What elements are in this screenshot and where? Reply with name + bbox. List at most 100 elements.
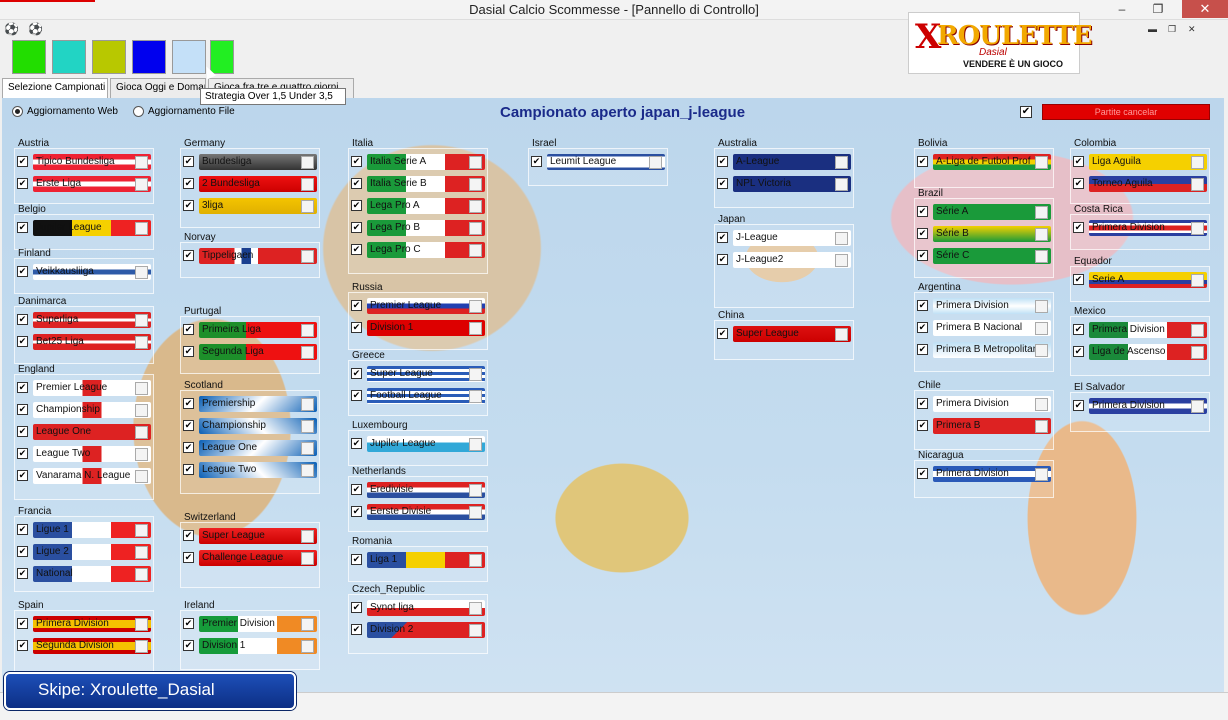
league-checkbox[interactable]: ✔	[351, 438, 362, 449]
league-row[interactable]: ✔ Liga de Ascenso	[1073, 342, 1207, 362]
league-row[interactable]: ✔ J-League2	[717, 250, 851, 270]
league-checkbox[interactable]: ✔	[351, 178, 362, 189]
league-option-box[interactable]	[135, 266, 148, 279]
league-option-box[interactable]	[469, 438, 482, 451]
radio-aggiornamento-file[interactable]: Aggiornamento File	[133, 106, 235, 117]
league-checkbox[interactable]: ✔	[351, 244, 362, 255]
league-row[interactable]: ✔ Italia Serie B	[351, 174, 485, 194]
league-checkbox[interactable]: ✔	[17, 546, 28, 557]
league-row[interactable]: ✔ Super League	[183, 526, 317, 546]
league-row[interactable]: ✔ Primera Division	[1073, 396, 1207, 416]
league-option-box[interactable]	[1191, 156, 1204, 169]
league-row[interactable]: ✔ Championship	[17, 400, 151, 420]
league-checkbox[interactable]: ✔	[351, 484, 362, 495]
league-option-box[interactable]	[135, 470, 148, 483]
league-option-box[interactable]	[1191, 346, 1204, 359]
league-row[interactable]: ✔ Ligue 1	[17, 520, 151, 540]
league-checkbox[interactable]: ✔	[717, 328, 728, 339]
league-row[interactable]: ✔ Division 2	[351, 620, 485, 640]
league-checkbox[interactable]: ✔	[917, 468, 928, 479]
league-checkbox[interactable]: ✔	[183, 200, 194, 211]
league-option-box[interactable]	[301, 640, 314, 653]
league-option-box[interactable]	[835, 232, 848, 245]
league-checkbox[interactable]: ✔	[17, 178, 28, 189]
league-row[interactable]: ✔ Serie A	[1073, 270, 1207, 290]
league-option-box[interactable]	[469, 322, 482, 335]
league-row[interactable]: ✔ Jupiler League	[17, 218, 151, 238]
league-checkbox[interactable]: ✔	[17, 640, 28, 651]
league-option-box[interactable]	[835, 328, 848, 341]
league-checkbox[interactable]: ✔	[917, 206, 928, 217]
league-row[interactable]: ✔ Torneo Aguila	[1073, 174, 1207, 194]
league-option-box[interactable]	[1191, 324, 1204, 337]
league-checkbox[interactable]: ✔	[917, 228, 928, 239]
league-row[interactable]: ✔ Primera Division	[1073, 218, 1207, 238]
league-checkbox[interactable]: ✔	[183, 324, 194, 335]
league-row[interactable]: ✔ Premiership	[183, 394, 317, 414]
league-option-box[interactable]	[835, 156, 848, 169]
league-option-box[interactable]	[469, 390, 482, 403]
league-option-box[interactable]	[135, 426, 148, 439]
league-checkbox[interactable]: ✔	[917, 300, 928, 311]
league-row[interactable]: ✔ Synot liga	[351, 598, 485, 618]
color-swatch-button[interactable]	[210, 40, 234, 74]
league-checkbox[interactable]: ✔	[1073, 324, 1084, 335]
league-option-box[interactable]	[135, 618, 148, 631]
league-row[interactable]: ✔ Football League	[351, 386, 485, 406]
league-option-box[interactable]	[301, 530, 314, 543]
league-option-box[interactable]	[469, 602, 482, 615]
league-option-box[interactable]	[1035, 206, 1048, 219]
league-option-box[interactable]	[469, 624, 482, 637]
league-checkbox[interactable]: ✔	[183, 530, 194, 541]
league-option-box[interactable]	[469, 244, 482, 257]
league-option-box[interactable]	[1035, 468, 1048, 481]
league-row[interactable]: ✔ Super League	[717, 324, 851, 344]
league-row[interactable]: ✔ League Two	[17, 444, 151, 464]
league-row[interactable]: ✔ Série A	[917, 202, 1051, 222]
league-row[interactable]: ✔ League Two	[183, 460, 317, 480]
league-option-box[interactable]	[1191, 178, 1204, 191]
league-checkbox[interactable]: ✔	[183, 250, 194, 261]
league-checkbox[interactable]: ✔	[17, 470, 28, 481]
league-checkbox[interactable]: ✔	[17, 314, 28, 325]
league-option-box[interactable]	[135, 156, 148, 169]
league-checkbox[interactable]: ✔	[917, 344, 928, 355]
league-option-box[interactable]	[469, 200, 482, 213]
league-row[interactable]: ✔ Veikkausliiga	[17, 262, 151, 282]
league-option-box[interactable]	[135, 382, 148, 395]
league-row[interactable]: ✔ Segunda Liga	[183, 342, 317, 362]
league-row[interactable]: ✔ Lega Pro A	[351, 196, 485, 216]
league-checkbox[interactable]: ✔	[917, 250, 928, 261]
league-row[interactable]: ✔ Primera B Nacional	[917, 318, 1051, 338]
league-checkbox[interactable]: ✔	[1073, 156, 1084, 167]
league-row[interactable]: ✔ Primeira Liga	[183, 320, 317, 340]
league-checkbox[interactable]: ✔	[351, 222, 362, 233]
league-option-box[interactable]	[135, 314, 148, 327]
league-row[interactable]: ✔ A-League	[717, 152, 851, 172]
league-option-box[interactable]	[301, 250, 314, 263]
league-checkbox[interactable]: ✔	[17, 222, 28, 233]
league-checkbox[interactable]: ✔	[183, 420, 194, 431]
league-option-box[interactable]	[1035, 250, 1048, 263]
color-swatch-button[interactable]	[172, 40, 206, 74]
league-checkbox[interactable]: ✔	[717, 232, 728, 243]
league-option-box[interactable]	[301, 346, 314, 359]
league-checkbox[interactable]: ✔	[183, 464, 194, 475]
league-checkbox[interactable]: ✔	[351, 554, 362, 565]
league-checkbox[interactable]: ✔	[183, 156, 194, 167]
league-option-box[interactable]	[1035, 398, 1048, 411]
league-row[interactable]: ✔ Premier Division	[183, 614, 317, 634]
league-checkbox[interactable]: ✔	[351, 300, 362, 311]
league-row[interactable]: ✔ Eredivisie	[351, 480, 485, 500]
league-option-box[interactable]	[301, 200, 314, 213]
league-option-box[interactable]	[135, 404, 148, 417]
restore-button[interactable]: ❐	[1144, 0, 1172, 18]
league-checkbox[interactable]: ✔	[17, 568, 28, 579]
league-row[interactable]: ✔ 2 Bundesliga	[183, 174, 317, 194]
league-row[interactable]: ✔ Championship	[183, 416, 317, 436]
league-row[interactable]: ✔ Primera Division	[917, 296, 1051, 316]
league-option-box[interactable]	[469, 368, 482, 381]
league-checkbox[interactable]: ✔	[351, 624, 362, 635]
color-swatch-button[interactable]	[12, 40, 46, 74]
league-row[interactable]: ✔ Division 1	[183, 636, 317, 656]
